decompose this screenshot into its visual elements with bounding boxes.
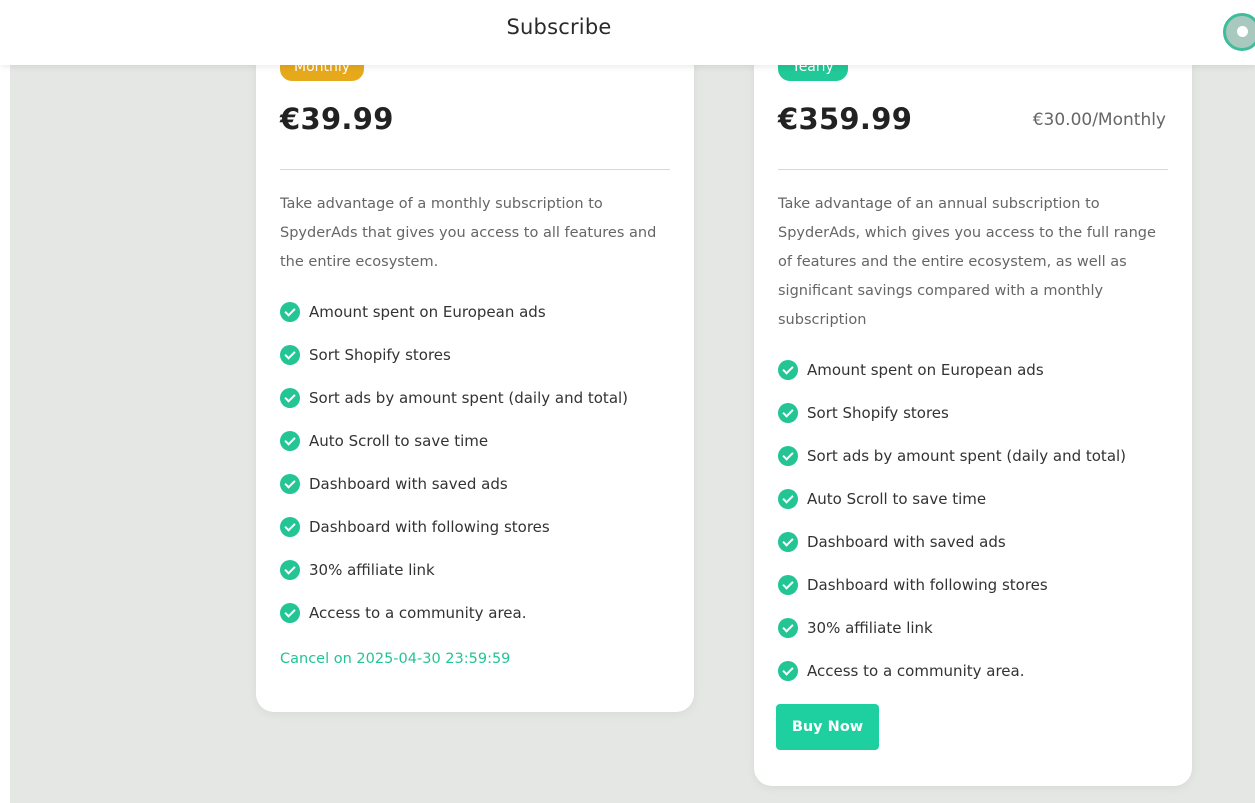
check-circle-icon [778, 531, 798, 552]
check-circle-icon [778, 660, 798, 681]
feature-label: 30% affiliate link [807, 618, 933, 637]
feature-item: Sort Shopify stores [778, 391, 1126, 434]
check-circle-icon [280, 301, 300, 322]
feature-item: 30% affiliate link [280, 548, 628, 591]
feature-label: Access to a community area. [807, 661, 1025, 680]
feature-label: Access to a community area. [309, 603, 527, 622]
feature-label: Sort Shopify stores [309, 345, 451, 364]
left-edge-strip [0, 0, 10, 803]
buy-now-button[interactable]: Buy Now [776, 704, 879, 750]
feature-label: Auto Scroll to save time [309, 431, 489, 450]
yearly-price: €359.99 [778, 102, 913, 136]
header-bar: Subscribe [0, 0, 1255, 65]
subscribe-page: Monthly €39.99 Take advantage of a month… [0, 0, 1255, 803]
feature-item: Auto Scroll to save time [778, 477, 1126, 520]
feature-label: Sort ads by amount spent (daily and tota… [807, 446, 1127, 465]
feature-label: Amount spent on European ads [309, 302, 546, 321]
check-circle-icon [280, 430, 300, 451]
feature-label: Auto Scroll to save time [807, 489, 987, 508]
yearly-feature-list: Amount spent on European ads Sort Shopif… [778, 348, 1126, 692]
feature-label: Sort ads by amount spent (daily and tota… [309, 388, 629, 407]
page-title: Subscribe [506, 15, 612, 39]
check-circle-icon [778, 488, 798, 509]
feature-item: Access to a community area. [778, 649, 1126, 692]
avatar-dot [1237, 26, 1248, 37]
feature-item: Sort Shopify stores [280, 333, 628, 376]
check-circle-icon [280, 344, 300, 365]
monthly-divider [280, 169, 670, 170]
feature-item: Amount spent on European ads [280, 290, 628, 333]
feature-label: Dashboard with following stores [309, 517, 550, 536]
feature-item: Sort ads by amount spent (daily and tota… [778, 434, 1126, 477]
yearly-divider [778, 169, 1168, 170]
check-circle-icon [280, 387, 300, 408]
cancellation-status: Cancel on 2025-04-30 23:59:59 [280, 651, 511, 667]
yearly-monthly-equivalent: €30.00/Monthly [1032, 110, 1166, 130]
check-circle-icon [778, 574, 798, 595]
feature-item: Amount spent on European ads [778, 348, 1126, 391]
feature-label: Sort Shopify stores [807, 403, 949, 422]
yearly-plan-card: Yearly €359.99 €30.00/Monthly Take advan… [754, 20, 1192, 786]
check-circle-icon [280, 516, 300, 537]
check-circle-icon [778, 402, 798, 423]
monthly-plan-card: Monthly €39.99 Take advantage of a month… [256, 20, 694, 712]
yearly-description: Take advantage of an annual subscription… [778, 196, 1156, 328]
check-circle-icon [778, 617, 798, 638]
monthly-feature-list: Amount spent on European ads Sort Shopif… [280, 290, 628, 634]
feature-item: Sort ads by amount spent (daily and tota… [280, 376, 628, 419]
check-circle-icon [778, 359, 798, 380]
check-circle-icon [280, 602, 300, 623]
user-avatar-icon[interactable] [1223, 13, 1255, 51]
feature-label: Dashboard with saved ads [309, 474, 508, 493]
monthly-description: Take advantage of a monthly subscription… [280, 196, 657, 270]
feature-item: Access to a community area. [280, 591, 628, 634]
check-circle-icon [280, 473, 300, 494]
check-circle-icon [280, 559, 300, 580]
monthly-price: €39.99 [280, 102, 394, 136]
feature-label: Amount spent on European ads [807, 360, 1044, 379]
feature-item: Dashboard with following stores [778, 563, 1126, 606]
feature-item: Dashboard with saved ads [280, 462, 628, 505]
feature-item: Dashboard with following stores [280, 505, 628, 548]
feature-label: 30% affiliate link [309, 560, 435, 579]
feature-label: Dashboard with saved ads [807, 532, 1006, 551]
feature-label: Dashboard with following stores [807, 575, 1048, 594]
feature-item: Auto Scroll to save time [280, 419, 628, 462]
feature-item: 30% affiliate link [778, 606, 1126, 649]
check-circle-icon [778, 445, 798, 466]
feature-item: Dashboard with saved ads [778, 520, 1126, 563]
